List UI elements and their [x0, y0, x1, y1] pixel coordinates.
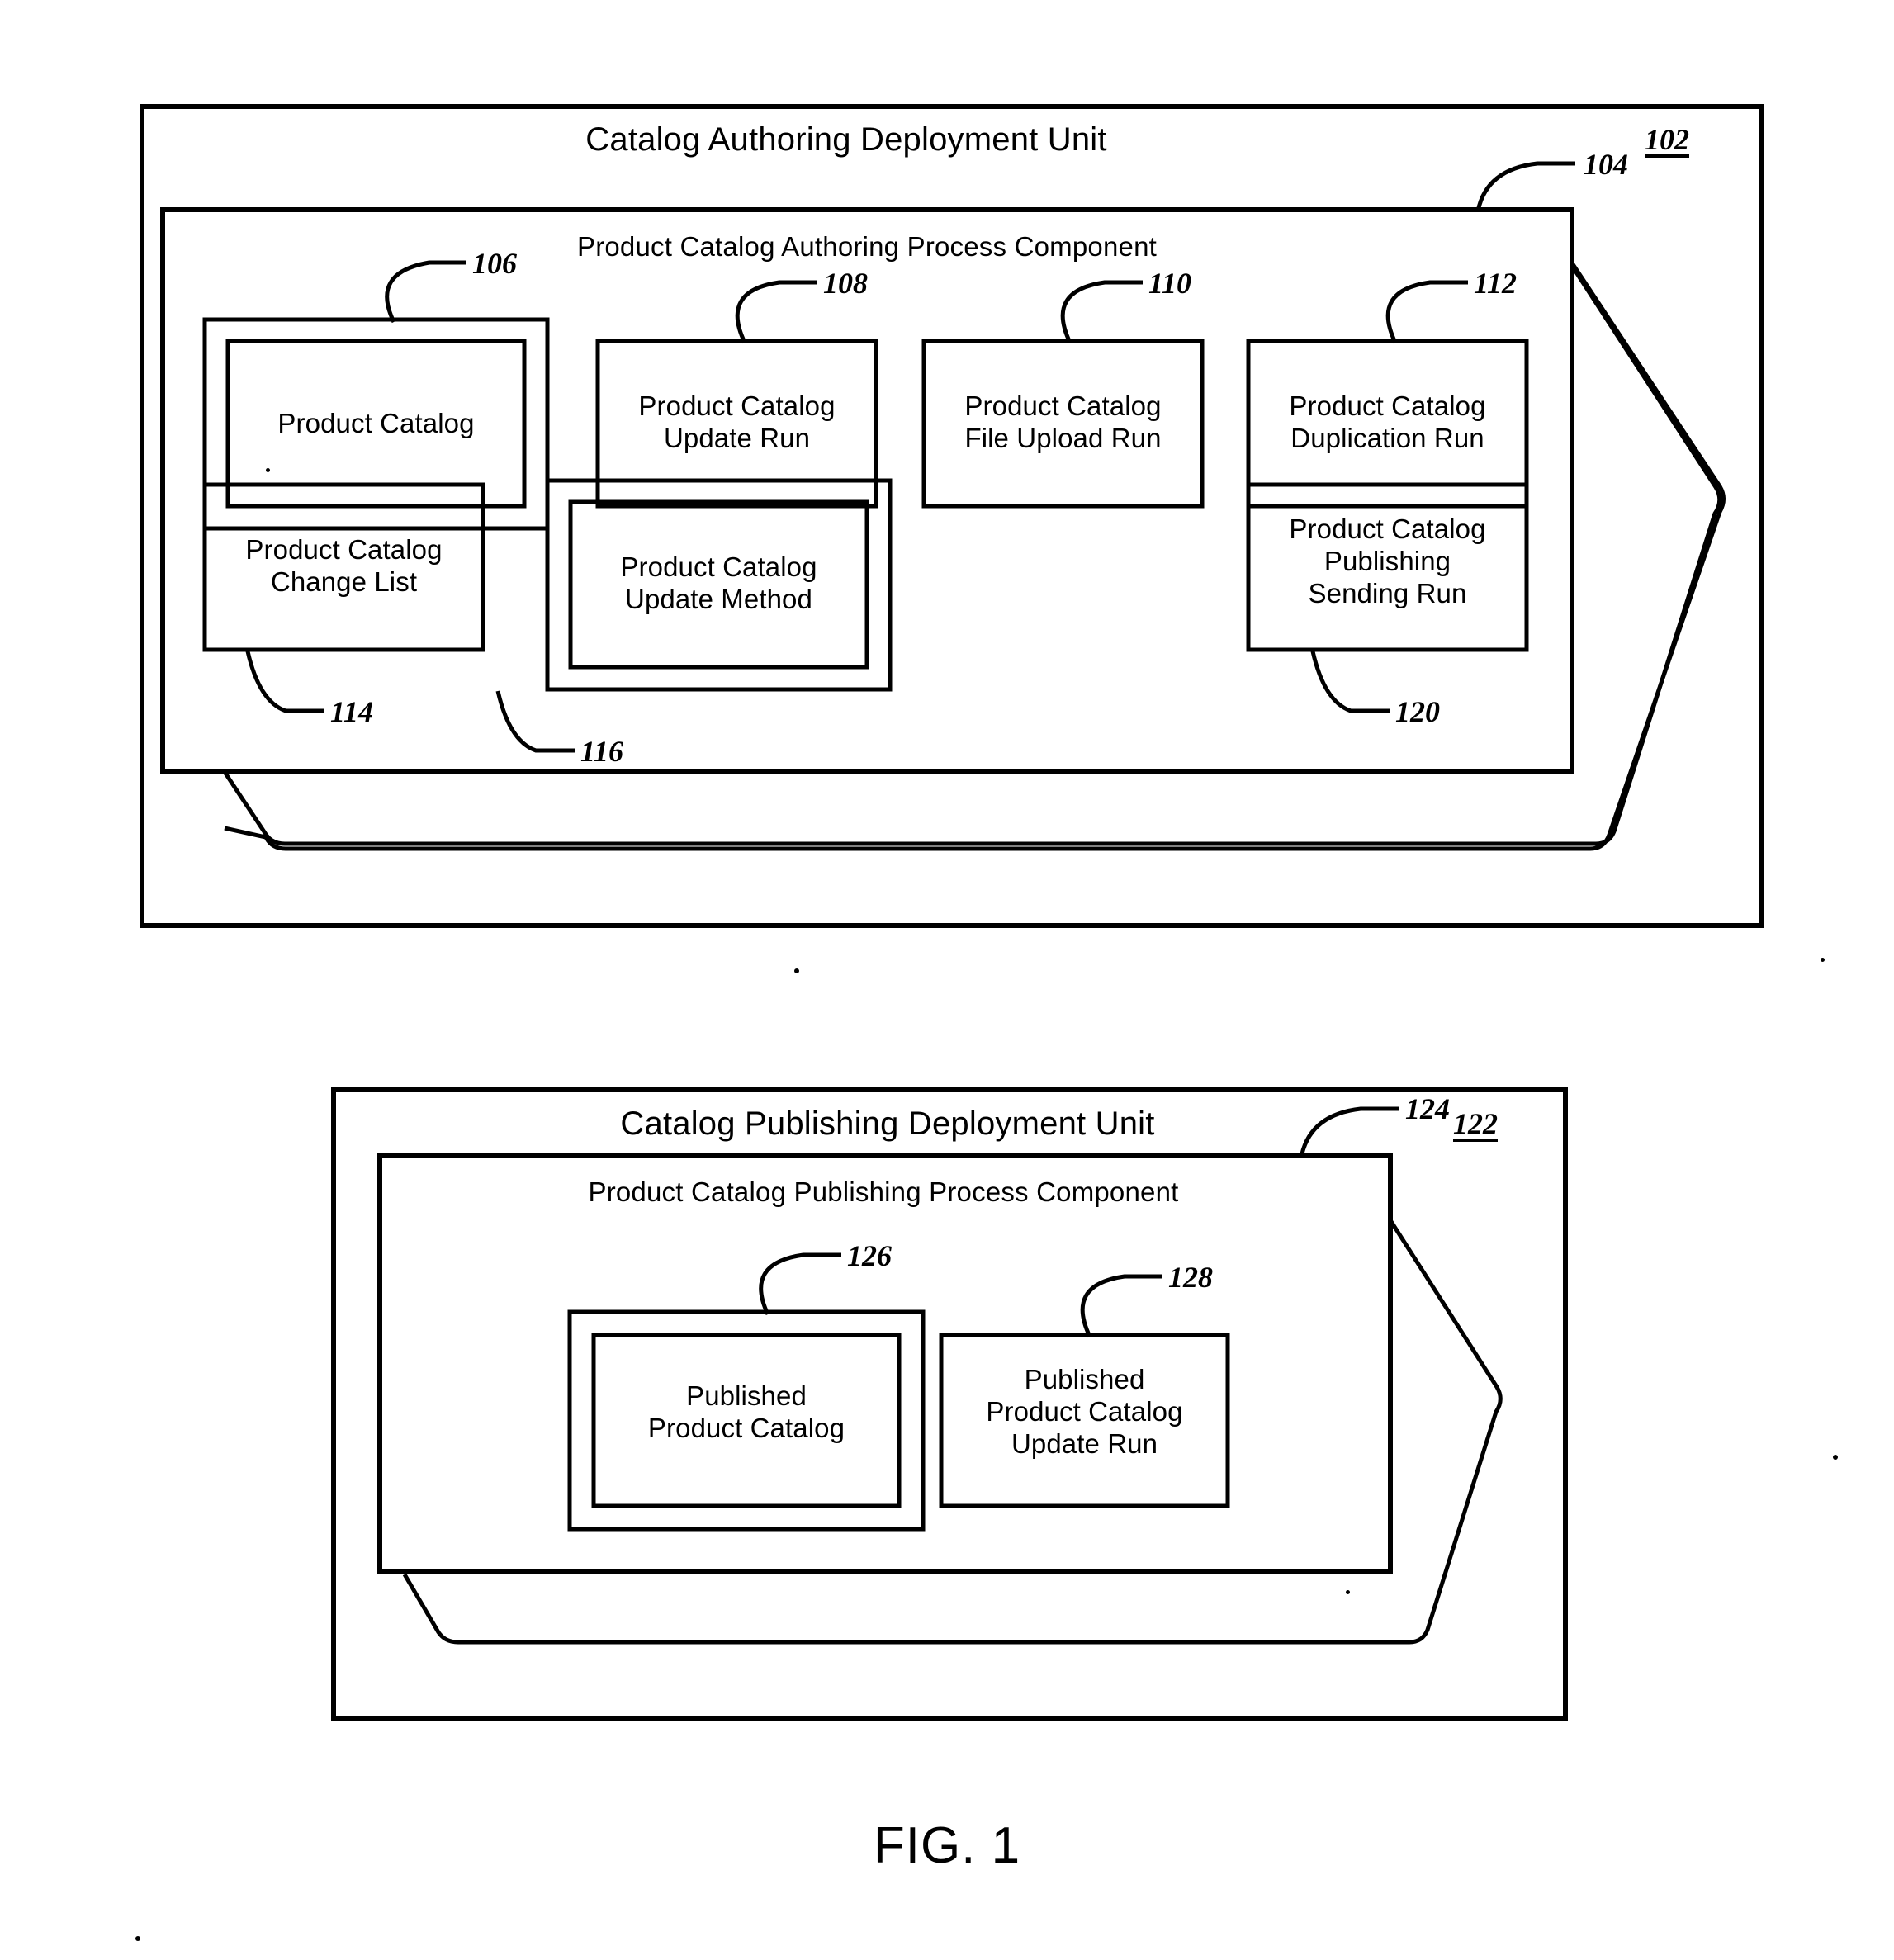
ref-108: 108: [823, 267, 868, 300]
unit-122-title: Catalog Publishing Deployment Unit: [620, 1105, 1155, 1142]
leader-114: [245, 651, 324, 713]
leader-116: [495, 690, 575, 753]
ref-124: 124: [1405, 1092, 1450, 1125]
scan-speck: [1821, 958, 1825, 962]
ref-106: 106: [472, 247, 517, 280]
box-114-label: Product Catalog Change List: [245, 534, 443, 597]
figure-linework: [140, 104, 1764, 1721]
scan-speck: [1346, 1590, 1350, 1594]
scan-speck: [794, 968, 799, 973]
ref-120: 120: [1395, 695, 1440, 728]
unit-122-component-box: [377, 1153, 1393, 1574]
box-126-label: Published Product Catalog: [647, 1380, 845, 1443]
box-108-label: Product Catalog Update Run: [638, 391, 836, 453]
ref-104: 104: [1584, 148, 1628, 181]
ref-122: 122: [1453, 1107, 1498, 1140]
patent-figure: Catalog Authoring Deployment Unit 102 Pr…: [0, 0, 1894, 1960]
leader-106: [385, 260, 466, 324]
ref-126: 126: [847, 1239, 892, 1272]
leader-110: [1060, 280, 1143, 344]
leader-126: [759, 1252, 841, 1316]
ref-116: 116: [580, 735, 624, 768]
ref-110: 110: [1148, 267, 1192, 300]
leader-104: [1475, 161, 1575, 212]
box-110-label: Product Catalog File Upload Run: [964, 391, 1162, 453]
leader-108: [735, 280, 817, 344]
box-120-label: Product Catalog Publishing Sending Run: [1289, 514, 1486, 608]
ref-128: 128: [1168, 1261, 1213, 1294]
box-112-label: Product Catalog Duplication Run: [1289, 391, 1486, 453]
unit-122-component-title: Product Catalog Publishing Process Compo…: [588, 1176, 1179, 1207]
ref-114: 114: [330, 695, 374, 728]
ref-112: 112: [1474, 267, 1518, 300]
scan-speck: [1833, 1455, 1838, 1460]
leader-128: [1080, 1274, 1162, 1338]
box-106-label: Product Catalog: [277, 408, 475, 438]
box-116-label: Product Catalog Update Method: [620, 552, 817, 614]
figure-caption: FIG. 1: [873, 1817, 1021, 1874]
leader-120: [1310, 651, 1390, 713]
ref-102: 102: [1645, 123, 1689, 156]
unit-102-title: Catalog Authoring Deployment Unit: [585, 121, 1107, 158]
scan-speck: [135, 1936, 140, 1941]
scan-speck: [266, 468, 270, 472]
box-128-label: Published Product Catalog Update Run: [986, 1364, 1183, 1459]
leader-112: [1385, 280, 1468, 344]
